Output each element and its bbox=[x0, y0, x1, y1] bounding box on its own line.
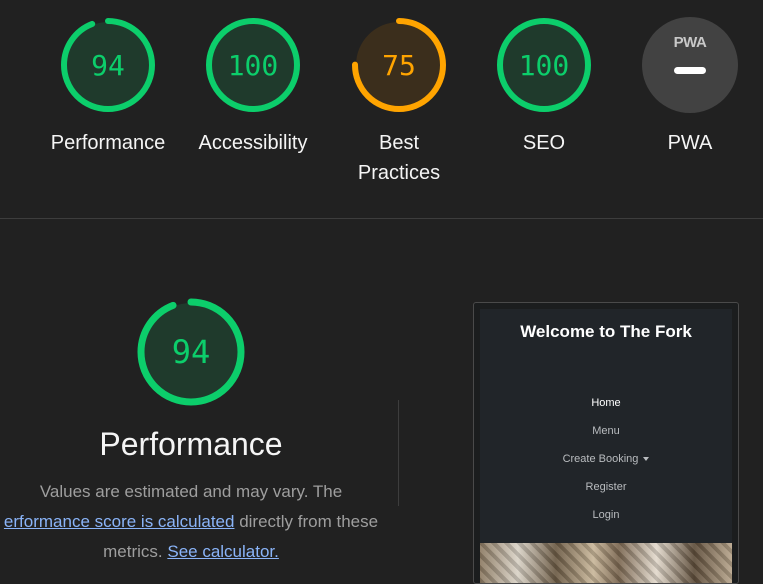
final-screenshot[interactable]: Welcome to The Fork Home Menu Create Boo… bbox=[473, 302, 739, 584]
performance-large-score: 94 bbox=[171, 333, 211, 371]
accessibility-label[interactable]: Accessibility bbox=[178, 128, 328, 158]
pwa-badge-circle bbox=[642, 17, 738, 113]
seo-score: 100 bbox=[518, 49, 570, 82]
best-practices-gauge[interactable]: 75 bbox=[350, 16, 448, 114]
seo-label[interactable]: SEO bbox=[469, 128, 619, 158]
best-practices-score: 75 bbox=[382, 49, 416, 82]
seo-gauge[interactable]: 100 bbox=[495, 16, 593, 114]
performance-gauge[interactable]: 94 bbox=[59, 16, 157, 114]
performance-title: Performance bbox=[99, 426, 283, 462]
see-calculator-link[interactable]: See calculator. bbox=[167, 542, 279, 561]
best-practices-label-line2: Practices bbox=[357, 162, 441, 184]
screenshot-hero-image bbox=[480, 543, 732, 583]
accessibility-gauge[interactable]: 100 bbox=[204, 16, 302, 114]
description-line-3-text: metrics. bbox=[103, 542, 168, 561]
description-line-2: erformance score is calculated directly … bbox=[0, 507, 402, 537]
screenshot-nav-register: Register bbox=[585, 481, 627, 493]
performance-description: Values are estimated and may vary. The e… bbox=[0, 477, 402, 567]
vertical-divider bbox=[398, 400, 399, 506]
screenshot-nav-login: Login bbox=[592, 509, 620, 521]
screenshot-title: Welcome to The Fork bbox=[520, 322, 692, 341]
section-divider bbox=[0, 218, 763, 219]
screenshot-page: Welcome to The Fork Home Menu Create Boo… bbox=[480, 309, 732, 583]
score-calculated-link[interactable]: erformance score is calculated bbox=[4, 512, 235, 531]
performance-score: 94 bbox=[91, 49, 125, 82]
pwa-badge[interactable]: PWA bbox=[641, 16, 739, 114]
screenshot-nav-create-booking-label: Create Booking bbox=[562, 453, 639, 465]
performance-large-gauge: 94 bbox=[136, 297, 246, 407]
pwa-logo-icon: PWA bbox=[673, 34, 707, 51]
accessibility-score: 100 bbox=[227, 49, 279, 82]
screenshot-nav-menu: Menu bbox=[592, 425, 620, 437]
best-practices-label-line1: Best bbox=[378, 132, 420, 154]
caret-down-icon bbox=[643, 457, 650, 462]
screenshot-nav-home: Home bbox=[591, 397, 621, 409]
pwa-label[interactable]: PWA bbox=[615, 128, 763, 158]
performance-label[interactable]: Performance bbox=[33, 128, 183, 158]
screenshot-nav: Home Menu Create Booking Register Login bbox=[480, 389, 732, 529]
description-line-2-text: directly from these bbox=[234, 512, 379, 531]
description-line-1: Values are estimated and may vary. The bbox=[39, 482, 343, 501]
description-line-3: metrics. See calculator. bbox=[0, 537, 402, 567]
best-practices-label[interactable]: Best Practices bbox=[324, 128, 474, 188]
screenshot-nav-create-booking: Create Booking bbox=[480, 445, 732, 473]
